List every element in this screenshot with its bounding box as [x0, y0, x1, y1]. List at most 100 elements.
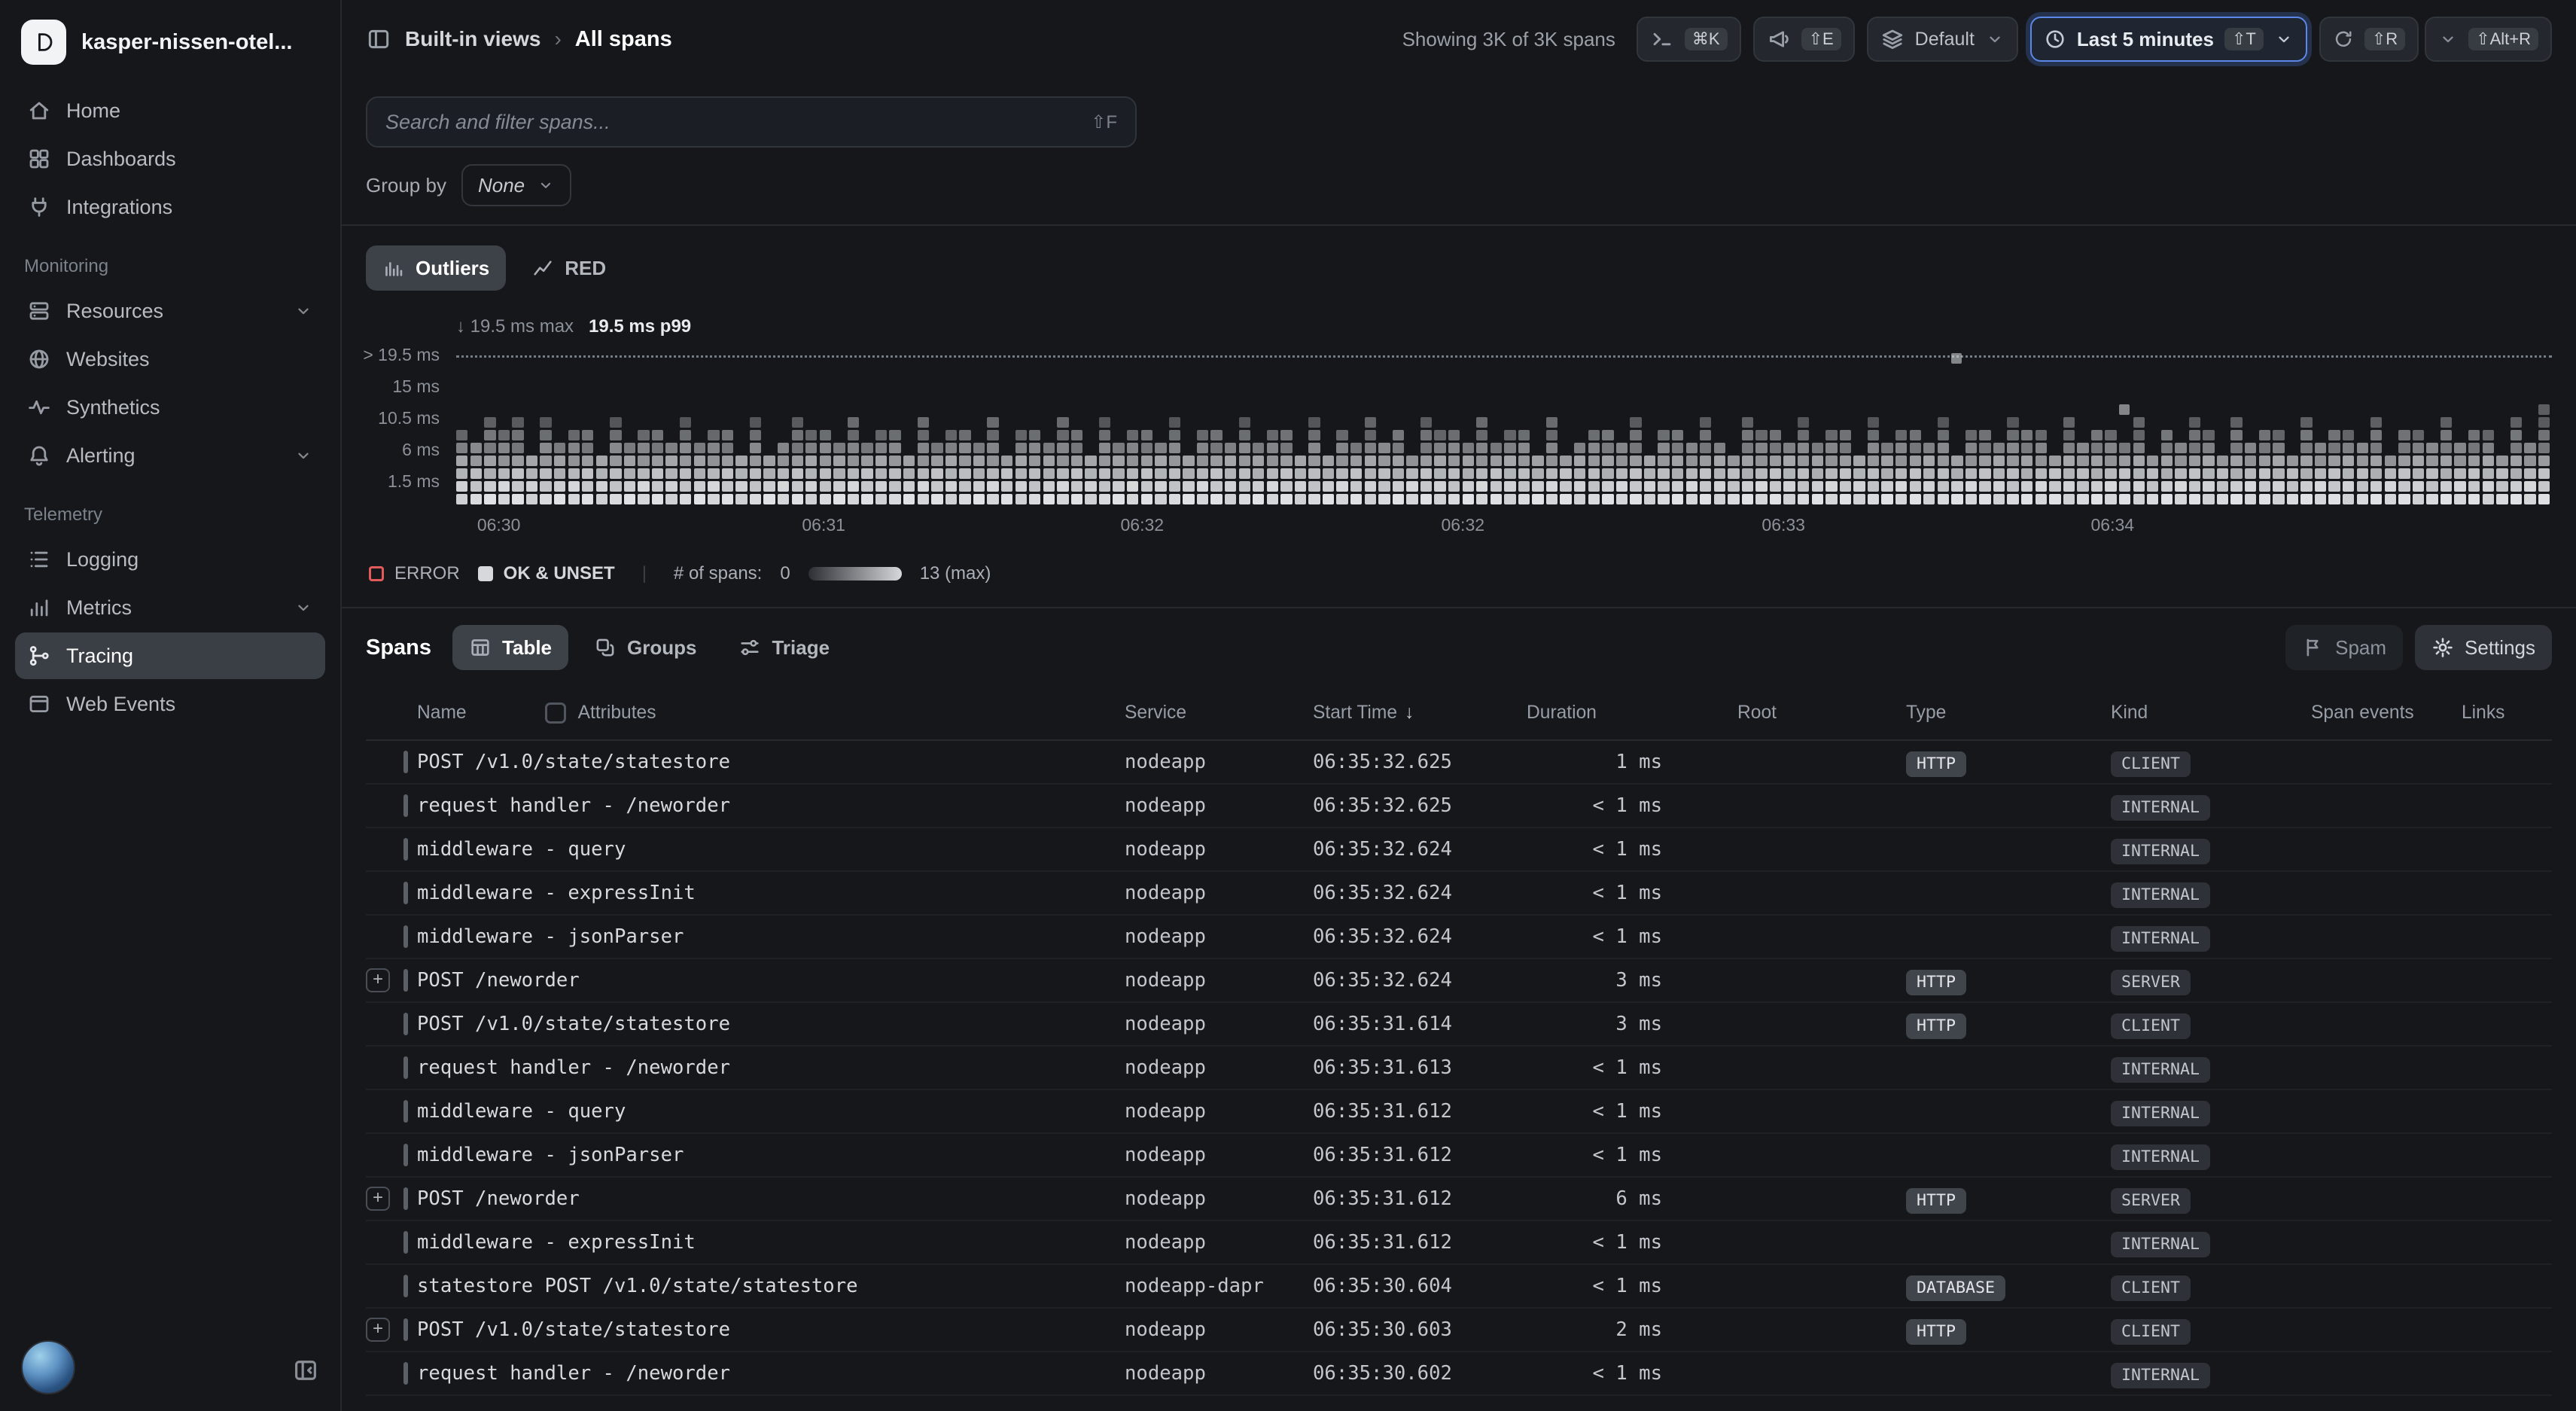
heatmap-cell[interactable]: [1155, 468, 1166, 479]
heatmap-cell[interactable]: [1783, 468, 1795, 479]
column-header-duration[interactable]: Duration: [1512, 702, 1737, 724]
heatmap-cell[interactable]: [1057, 494, 1068, 504]
sidebar-item-integrations[interactable]: Integrations: [15, 184, 325, 230]
heatmap-cell[interactable]: [2133, 481, 2145, 492]
heatmap-cell[interactable]: [1434, 430, 1445, 440]
heatmap-cell[interactable]: [2511, 443, 2522, 453]
heatmap-cell[interactable]: [1714, 468, 1725, 479]
sidebar-item-web-events[interactable]: Web Events: [15, 681, 325, 727]
heatmap-cell[interactable]: [2259, 481, 2270, 492]
heatmap-cell[interactable]: [1043, 468, 1055, 479]
heatmap-cell[interactable]: [2189, 430, 2200, 440]
heatmap-cell[interactable]: [1463, 481, 1474, 492]
heatmap-cell[interactable]: [1825, 456, 1837, 466]
heatmap-cell[interactable]: [1840, 456, 1851, 466]
heatmap-cell[interactable]: [1099, 481, 1110, 492]
column-header-kind[interactable]: Kind: [2111, 702, 2311, 724]
heatmap-cell[interactable]: [1169, 456, 1180, 466]
heatmap-cell[interactable]: [1853, 456, 1865, 466]
heatmap-cell[interactable]: [1280, 430, 1292, 440]
heatmap-cell[interactable]: [903, 481, 915, 492]
heatmap-cell[interactable]: [2189, 456, 2200, 466]
heatmap-cell[interactable]: [805, 430, 817, 440]
heatmap-cell[interactable]: [2496, 456, 2507, 466]
heatmap-cell[interactable]: [2189, 468, 2200, 479]
heatmap-cell[interactable]: [1910, 481, 1921, 492]
heatmap-cell[interactable]: [1853, 494, 1865, 504]
heatmap-cell[interactable]: [498, 456, 510, 466]
heatmap-cell[interactable]: [582, 443, 593, 453]
heatmap-cell[interactable]: [1141, 456, 1153, 466]
heatmap-cell[interactable]: [1868, 481, 1879, 492]
heatmap-cell[interactable]: [484, 494, 495, 504]
heatmap-cell[interactable]: [918, 494, 929, 504]
heatmap-cell[interactable]: [1532, 494, 1543, 504]
heatmap-cell[interactable]: [1308, 494, 1320, 504]
heatmap-cell[interactable]: [582, 430, 593, 440]
heatmap-cell[interactable]: [1280, 443, 1292, 453]
heatmap-cell[interactable]: [2036, 456, 2047, 466]
heatmap-cell[interactable]: [987, 430, 998, 440]
heatmap-cell[interactable]: [1490, 443, 1502, 453]
heatmap-cell[interactable]: [2357, 468, 2368, 479]
heatmap-cell[interactable]: [2273, 430, 2284, 440]
heatmap-cell[interactable]: [945, 494, 957, 504]
heatmap-cell[interactable]: [1881, 443, 1892, 453]
heatmap-cell[interactable]: [470, 468, 482, 479]
heatmap-cell[interactable]: [2511, 417, 2522, 428]
heatmap-cell[interactable]: [875, 468, 887, 479]
heatmap-cell[interactable]: [987, 417, 998, 428]
heatmap-cell[interactable]: [875, 456, 887, 466]
heatmap-cell[interactable]: [1350, 468, 1362, 479]
heatmap-cell[interactable]: [680, 417, 691, 428]
heatmap-cell[interactable]: [1015, 443, 1027, 453]
heatmap-cell[interactable]: [792, 494, 803, 504]
heatmap-cell[interactable]: [652, 468, 663, 479]
heatmap-cell[interactable]: [568, 456, 580, 466]
heatmap-cell[interactable]: [1085, 468, 1096, 479]
heatmap-cell[interactable]: [2300, 456, 2312, 466]
heatmap-cell[interactable]: [1798, 430, 1809, 440]
heatmap-cell[interactable]: [1029, 430, 1040, 440]
heatmap-cell[interactable]: [1630, 456, 1641, 466]
heatmap-cell[interactable]: [2036, 443, 2047, 453]
heatmap-cell[interactable]: [1868, 430, 1879, 440]
heatmap-cell[interactable]: [2203, 494, 2214, 504]
heatmap-cell[interactable]: [1323, 494, 1334, 504]
heatmap-cell[interactable]: [484, 417, 495, 428]
heatmap-cell[interactable]: [2315, 443, 2326, 453]
heatmap-cell[interactable]: [1616, 456, 1628, 466]
heatmap-cell[interactable]: [2385, 456, 2396, 466]
heatmap-cell[interactable]: [1434, 468, 1445, 479]
heatmap-cell[interactable]: [2007, 430, 2018, 440]
heatmap-cell[interactable]: [2357, 456, 2368, 466]
heatmap-cell[interactable]: [2468, 443, 2480, 453]
heatmap-cell[interactable]: [1965, 481, 1977, 492]
heatmap-cell[interactable]: [875, 494, 887, 504]
heatmap-cell[interactable]: [820, 430, 831, 440]
heatmap-cell[interactable]: [1840, 481, 1851, 492]
heatmap-cell[interactable]: [1965, 430, 1977, 440]
heatmap-cell[interactable]: [1141, 430, 1153, 440]
heatmap-cell[interactable]: [2343, 468, 2354, 479]
heatmap-cell[interactable]: [918, 417, 929, 428]
heatmap-cell[interactable]: [722, 468, 733, 479]
heatmap-cell[interactable]: [931, 481, 942, 492]
heatmap-cell[interactable]: [2217, 494, 2228, 504]
heatmap-cell[interactable]: [1798, 443, 1809, 453]
heatmap-cell[interactable]: [1365, 494, 1376, 504]
heatmap-cell[interactable]: [2119, 456, 2130, 466]
heatmap-cell[interactable]: [735, 456, 747, 466]
heatmap-cell[interactable]: [1420, 443, 1432, 453]
heatmap-cell[interactable]: [1323, 468, 1334, 479]
heatmap-cell[interactable]: [2370, 494, 2382, 504]
heatmap-cell[interactable]: [1463, 456, 1474, 466]
heatmap-cell[interactable]: [1141, 494, 1153, 504]
heatmap-cell[interactable]: [750, 468, 761, 479]
heatmap-cell[interactable]: [2245, 443, 2256, 453]
heatmap-cell[interactable]: [2370, 443, 2382, 453]
heatmap-cell[interactable]: [2105, 443, 2116, 453]
heatmap-cell[interactable]: [2049, 456, 2060, 466]
heatmap-cell[interactable]: [1770, 456, 1781, 466]
column-header-name[interactable]: Name: [417, 702, 467, 724]
